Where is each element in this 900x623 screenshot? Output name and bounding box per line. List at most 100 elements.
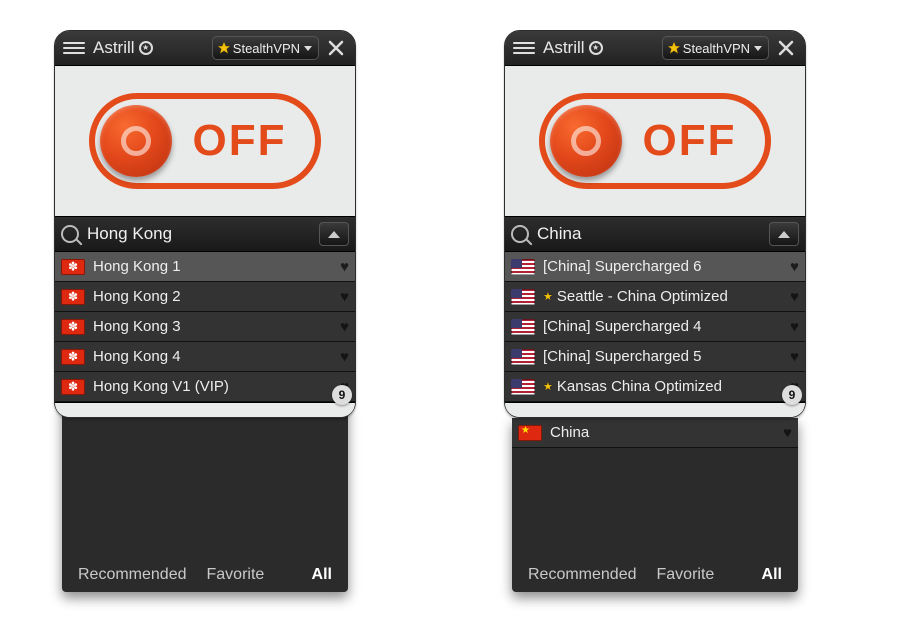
server-row[interactable]: Hong Kong 2 ♥ bbox=[55, 282, 355, 312]
star-icon bbox=[667, 41, 681, 55]
window-bottom-edge: 9 bbox=[505, 402, 805, 417]
title-bar: Astrill StealthVPN bbox=[505, 31, 805, 66]
server-name: Seattle - China Optimized bbox=[557, 288, 728, 305]
toggle-knob-icon bbox=[550, 105, 622, 177]
collapse-list-button[interactable] bbox=[769, 222, 799, 246]
server-name: [China] Supercharged 4 bbox=[543, 318, 701, 335]
server-row[interactable]: Hong Kong V1 (VIP)♥ bbox=[55, 372, 355, 402]
toggle-knob-icon bbox=[100, 105, 172, 177]
server-row[interactable]: Hong Kong 4 ♥ bbox=[55, 342, 355, 372]
flag-icon bbox=[61, 289, 85, 305]
flag-icon bbox=[511, 259, 535, 275]
flag-icon bbox=[61, 259, 85, 275]
favorite-star-icon: ★ bbox=[543, 380, 553, 393]
server-search-input[interactable] bbox=[535, 223, 763, 245]
app-title: Astrill bbox=[91, 38, 155, 58]
tab-all[interactable]: All bbox=[752, 562, 792, 588]
search-icon bbox=[511, 225, 529, 243]
flag-icon bbox=[511, 289, 535, 305]
tab-recommended[interactable]: Recommended bbox=[518, 562, 647, 588]
collapse-list-button[interactable] bbox=[319, 222, 349, 246]
tab-all[interactable]: All bbox=[302, 562, 342, 588]
count-badge: 9 bbox=[332, 385, 352, 405]
chevron-down-icon bbox=[304, 46, 312, 51]
favorite-heart-icon[interactable]: ♥ bbox=[783, 424, 792, 441]
server-name: [China] Supercharged 5 bbox=[543, 348, 701, 365]
vpn-window: Astrill StealthVPN OFF bbox=[54, 30, 356, 418]
server-row[interactable]: ★Kansas China Optimized♥ bbox=[505, 372, 805, 402]
filter-tabs: Recommended Favorite All bbox=[512, 554, 798, 592]
chevron-up-icon bbox=[778, 231, 790, 238]
flag-icon bbox=[511, 319, 535, 335]
server-search-input[interactable] bbox=[85, 223, 313, 245]
search-icon bbox=[61, 225, 79, 243]
connection-toggle[interactable]: OFF bbox=[89, 93, 321, 189]
app-badge-icon bbox=[139, 41, 153, 55]
server-row[interactable]: Hong Kong 3 ♥ bbox=[55, 312, 355, 342]
flag-icon bbox=[61, 349, 85, 365]
protocol-selector[interactable]: StealthVPN bbox=[212, 36, 319, 60]
server-name: Kansas China Optimized bbox=[557, 378, 722, 395]
server-row[interactable]: ★ Seattle - China Optimized ♥ bbox=[505, 282, 805, 312]
server-row[interactable]: [China] Supercharged 4 ♥ bbox=[505, 312, 805, 342]
server-name: Hong Kong 3 bbox=[93, 318, 181, 335]
tab-recommended[interactable]: Recommended bbox=[68, 562, 197, 588]
flag-icon bbox=[511, 349, 535, 365]
protocol-label: StealthVPN bbox=[233, 41, 300, 56]
tab-favorite[interactable]: Favorite bbox=[647, 562, 725, 588]
count-badge: 9 bbox=[782, 385, 802, 405]
close-icon[interactable] bbox=[773, 35, 799, 61]
favorite-heart-icon[interactable]: ♥ bbox=[340, 258, 349, 275]
toggle-state-label: OFF bbox=[622, 116, 765, 166]
toggle-state-label: OFF bbox=[172, 116, 315, 166]
flag-icon bbox=[511, 379, 535, 395]
flag-icon bbox=[61, 379, 85, 395]
favorite-heart-icon[interactable]: ♥ bbox=[790, 258, 799, 275]
server-search-row bbox=[505, 216, 805, 252]
connection-toggle[interactable]: OFF bbox=[539, 93, 771, 189]
tab-favorite[interactable]: Favorite bbox=[197, 562, 275, 588]
chevron-down-icon bbox=[754, 46, 762, 51]
favorite-heart-icon[interactable]: ♥ bbox=[340, 318, 349, 335]
server-list: Hong Kong 1♥Hong Kong 2♥Hong Kong 3♥Hong… bbox=[55, 252, 355, 402]
server-name: Hong Kong V1 (VIP) bbox=[93, 378, 229, 395]
app-title-text: Astrill bbox=[543, 38, 585, 58]
favorite-star-icon: ★ bbox=[543, 290, 553, 303]
flag-icon bbox=[518, 425, 542, 441]
favorite-heart-icon[interactable]: ♥ bbox=[340, 288, 349, 305]
filter-tabs: Recommended Favorite All bbox=[62, 554, 348, 592]
server-row[interactable]: [China] Supercharged 6 ♥ bbox=[505, 252, 805, 282]
flag-icon bbox=[61, 319, 85, 335]
menu-icon[interactable] bbox=[511, 33, 537, 63]
favorite-heart-icon[interactable]: ♥ bbox=[790, 348, 799, 365]
window-bottom-edge: 9 bbox=[55, 402, 355, 417]
server-row[interactable]: [China] Supercharged 5 ♥ bbox=[505, 342, 805, 372]
chevron-up-icon bbox=[328, 231, 340, 238]
connection-toggle-area: OFF bbox=[505, 66, 805, 216]
app-title: Astrill bbox=[541, 38, 605, 58]
app-badge-icon bbox=[589, 41, 603, 55]
connection-toggle-area: OFF bbox=[55, 66, 355, 216]
vpn-window: Astrill StealthVPN OFF bbox=[504, 30, 806, 418]
favorite-heart-icon[interactable]: ♥ bbox=[790, 318, 799, 335]
server-name: Hong Kong 4 bbox=[93, 348, 181, 365]
server-name: [China] Supercharged 6 bbox=[543, 258, 701, 275]
favorite-heart-icon[interactable]: ♥ bbox=[790, 288, 799, 305]
protocol-selector[interactable]: StealthVPN bbox=[662, 36, 769, 60]
server-name: Hong Kong 2 bbox=[93, 288, 181, 305]
server-filter-panel: China ♥ Recommended Favorite All bbox=[512, 418, 798, 592]
close-icon[interactable] bbox=[323, 35, 349, 61]
server-list: [China] Supercharged 6 ♥ ★ Seattle - China … bbox=[505, 252, 805, 402]
server-search-row bbox=[55, 216, 355, 252]
server-name: China bbox=[550, 424, 589, 441]
menu-icon[interactable] bbox=[61, 33, 87, 63]
favorite-heart-icon[interactable]: ♥ bbox=[340, 348, 349, 365]
server-row[interactable]: Hong Kong 1 ♥ bbox=[55, 252, 355, 282]
app-title-text: Astrill bbox=[93, 38, 135, 58]
star-icon bbox=[217, 41, 231, 55]
server-name: Hong Kong 1 bbox=[93, 258, 181, 275]
title-bar: Astrill StealthVPN bbox=[55, 31, 355, 66]
server-row[interactable]: China ♥ bbox=[512, 418, 798, 448]
protocol-label: StealthVPN bbox=[683, 41, 750, 56]
server-filter-panel: Recommended Favorite All bbox=[62, 402, 348, 592]
